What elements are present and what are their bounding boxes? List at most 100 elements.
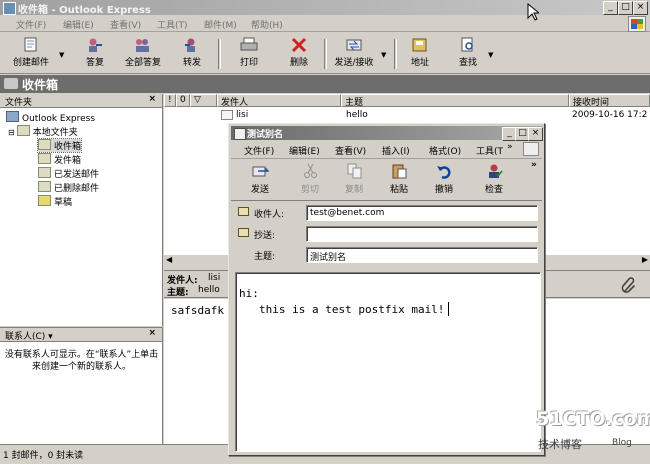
forward-button[interactable]: 转发 [175, 35, 209, 72]
scroll-right-icon[interactable]: ▶ [642, 255, 648, 264]
site-watermark: 51CTO.com 技术博客 Blog [536, 408, 650, 456]
inbox-icon [38, 139, 51, 150]
contacts-pane-close-button[interactable]: × [148, 328, 156, 338]
reply-all-button[interactable]: 全部答复 [120, 35, 166, 72]
menu-view[interactable]: 查看(V) [110, 18, 141, 31]
column-attachment[interactable]: 0 [176, 94, 190, 107]
local-folders-icon [16, 125, 30, 136]
undo-label: 撤销 [434, 185, 453, 195]
menu-edit[interactable]: 编辑(E) [63, 18, 94, 31]
watermark-site: 51CTO.com [536, 408, 650, 430]
tree-item-inbox[interactable]: 收件箱 [36, 138, 83, 153]
contacts-pane-title[interactable]: 联系人(C) ▾ [5, 329, 53, 342]
reply-icon [89, 38, 102, 52]
send-button[interactable]: 发送 [242, 161, 278, 197]
cc-address-book-icon[interactable] [238, 228, 249, 237]
subject-field[interactable]: 测试别名 [306, 247, 538, 263]
tree-item-outbox[interactable]: 发件箱 [38, 153, 81, 166]
subject-label: 主题: [254, 252, 276, 262]
compose-menu-view[interactable]: 查看(V) [335, 144, 366, 157]
tree-item-outlook-express[interactable]: Outlook Express [6, 111, 95, 124]
column-subject[interactable]: 主题 [341, 94, 569, 108]
collapse-icon[interactable]: ⊟ [8, 128, 15, 137]
send-receive-button[interactable]: 发送/接收 [331, 35, 377, 72]
tree-item-local-folders[interactable]: ⊟ 本地文件夹 [8, 125, 78, 138]
paste-button[interactable]: 粘贴 [381, 161, 417, 197]
compose-window-icon [234, 128, 246, 140]
compose-menu-tools[interactable]: 工具(T [476, 144, 503, 157]
find-button[interactable]: 查找 [451, 35, 485, 72]
folders-pane-close-button[interactable]: × [148, 94, 156, 104]
compose-menu-format[interactable]: 格式(O) [429, 144, 461, 157]
compose-title-bar[interactable]: 测试别名 _ □ × [231, 126, 543, 141]
scroll-left-icon[interactable]: ◀ [166, 255, 172, 264]
close-button[interactable]: × [633, 1, 648, 15]
address-button[interactable]: 地址 [403, 35, 437, 72]
compose-menu-overflow[interactable]: » [507, 142, 513, 152]
compose-menu-file[interactable]: 文件(F) [244, 144, 274, 157]
watermark-tagline: 技术博客 [538, 438, 582, 451]
menu-help[interactable]: 帮助(H) [251, 18, 283, 31]
tree-item-drafts[interactable]: 草稿 [38, 195, 72, 208]
compose-body-editor[interactable]: hi: this is a test postfix mail! [235, 272, 541, 452]
outlook-app-icon [3, 2, 16, 15]
send-receive-icon [346, 39, 362, 51]
attachment-paperclip-icon[interactable] [620, 277, 638, 295]
window-title: 收件箱 - Outlook Express [18, 5, 151, 16]
body-line-1: hi: [239, 287, 259, 300]
folders-pane: 文件夹 × Outlook Express ⊟ 本地文件夹 收件箱 发件箱 已发送… [0, 94, 163, 326]
compose-menu-bar: 文件(F) 编辑(E) 查看(V) 插入(I) 格式(O) 工具(T » [231, 141, 542, 159]
copy-label: 复制 [344, 185, 363, 195]
main-title-bar[interactable]: 收件箱 - Outlook Express _ □ × [0, 0, 650, 16]
text-cursor [448, 302, 449, 316]
check-names-button[interactable]: 检查 [476, 161, 512, 197]
outlook-express-icon [6, 111, 19, 122]
undo-button[interactable]: 撤销 [426, 161, 462, 197]
delete-button[interactable]: 删除 [282, 35, 316, 72]
send-receive-dropdown-icon[interactable]: ▼ [381, 51, 386, 59]
check-names-icon [488, 164, 503, 178]
preview-body-text: safsdafk [171, 304, 224, 317]
print-button[interactable]: 打印 [232, 35, 266, 72]
to-field[interactable]: test@benet.com [306, 205, 538, 221]
reply-label: 答复 [85, 58, 104, 68]
compose-menu-insert[interactable]: 插入(I) [382, 144, 410, 157]
cut-label: 剪切 [300, 185, 319, 195]
to-label[interactable]: 收件人: [254, 207, 284, 220]
cc-field[interactable] [306, 226, 538, 242]
tree-item-sent-items[interactable]: 已发送邮件 [38, 167, 99, 180]
menu-file[interactable]: 文件(F) [16, 18, 46, 31]
find-dropdown-icon[interactable]: ▼ [488, 51, 493, 59]
find-label: 查找 [458, 58, 477, 68]
delete-label: 删除 [289, 58, 308, 68]
row-subject: hello [346, 110, 368, 120]
maximize-button[interactable]: □ [618, 1, 633, 15]
compose-toolbar-overflow[interactable]: » [531, 160, 537, 170]
folders-pane-title: 文件夹 [5, 98, 33, 108]
cut-button[interactable]: 剪切 [292, 161, 328, 197]
reply-button[interactable]: 答复 [78, 35, 112, 72]
compose-menu-edit[interactable]: 编辑(E) [289, 144, 320, 157]
inbox-folder-icon [4, 78, 18, 89]
column-from[interactable]: 发件人 [217, 94, 341, 108]
to-address-book-icon[interactable] [238, 207, 249, 216]
menu-tools[interactable]: 工具(T) [157, 18, 188, 31]
table-row[interactable]: lisi hello 2009-10-16 17:2 [164, 110, 650, 122]
column-flag[interactable]: ▽ [190, 94, 217, 107]
outbox-icon [38, 153, 51, 164]
copy-button[interactable]: 复制 [336, 161, 372, 197]
tree-item-deleted-items[interactable]: 已删除邮件 [38, 181, 99, 194]
create-mail-button[interactable]: 创建邮件 [6, 35, 56, 72]
menu-message[interactable]: 邮件(M) [204, 18, 237, 31]
sent-items-icon [38, 167, 51, 178]
drafts-icon [38, 195, 51, 206]
cc-label[interactable]: 抄送: [254, 228, 275, 241]
minimize-button[interactable]: _ [603, 1, 618, 15]
compose-close-button[interactable]: × [528, 127, 543, 141]
column-priority[interactable]: ! [164, 94, 176, 107]
read-mail-icon [221, 110, 233, 120]
column-received[interactable]: 接收时间 [569, 94, 650, 108]
status-text: 1 封邮件，0 封未读 [3, 451, 84, 461]
menu-bar: 文件(F) 编辑(E) 查看(V) 工具(T) 邮件(M) 帮助(H) [0, 15, 650, 32]
create-mail-dropdown-icon[interactable]: ▼ [59, 51, 64, 59]
